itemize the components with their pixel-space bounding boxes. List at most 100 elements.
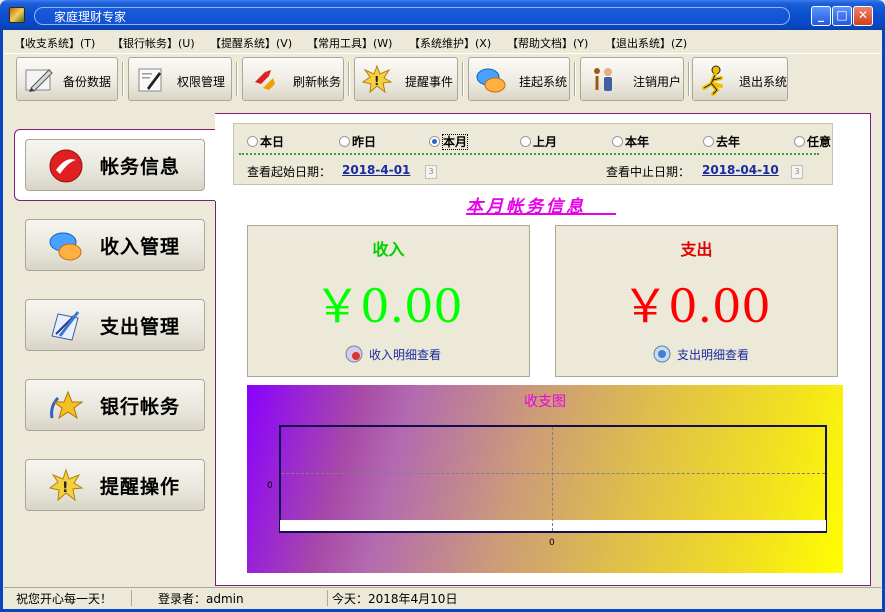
radio-this-year[interactable]: 本年 [612,133,649,150]
maximize-button[interactable]: □ [832,6,852,26]
chart-h-gridline [281,473,825,474]
radio-circle [339,136,350,147]
menu-item-tools[interactable]: 【常用工具】(W) [307,35,392,51]
menu-item-maintenance[interactable]: 【系统维护】(X) [409,35,491,51]
income-expense-chart: 收支图 0 0 [247,385,843,573]
toolbar-label: 权限管理 [177,75,226,89]
alert-burst-icon: ! [361,64,393,94]
radio-custom[interactable]: 任意 [794,133,831,150]
backup-data-button[interactable]: 备份数据 [16,57,118,101]
close-button[interactable]: ✕ [853,6,873,26]
suspend-system-button[interactable]: 挂起系统 [468,57,570,101]
toolbar-separator [122,62,124,96]
star-icon [50,390,84,420]
radio-last-year[interactable]: 去年 [703,133,740,150]
chart-plot-frame [279,425,827,533]
nav-account-info-button[interactable]: 帐务信息 [25,139,205,191]
status-greeting: 祝您开心每一天！ [4,590,132,606]
toolbar-separator [236,62,238,96]
end-date-label: 查看中止日期： [606,165,691,179]
start-date-label: 查看起始日期： [247,165,332,179]
income-heading: 收入 [372,240,405,259]
nav-label: 帐务信息 [100,156,181,178]
svg-text:!: ! [62,480,68,496]
red-swirl-icon [49,149,83,183]
radio-this-month[interactable]: 本月 [429,133,469,150]
toolbar-separator [688,62,690,96]
radio-circle [247,136,258,147]
end-date-dropdown-icon[interactable]: 3 [791,165,803,179]
refresh-accounts-button[interactable]: 刷新帐务 [242,57,344,101]
section-title-underline [466,213,616,215]
start-date-dropdown-icon[interactable]: 3 [425,165,437,179]
chat-bubbles-icon [49,232,82,261]
toolbar-label: 退出系统 [739,75,788,89]
toolbar-separator [348,62,350,96]
nav-label: 收入管理 [100,236,181,258]
window-title: 家庭理财专家 [54,10,127,24]
permissions-button[interactable]: 权限管理 [128,57,232,101]
maximize-icon: □ [836,8,848,22]
chart-v-gridline [552,427,553,531]
radio-circle [429,136,440,147]
chart-y-tick-label: 0 [267,481,273,491]
minimize-button[interactable]: _ [811,6,831,26]
toolbar-label: 刷新帐务 [293,75,342,89]
close-icon: ✕ [857,8,869,22]
menu-item-reminder[interactable]: 【提醒系统】(V) [210,35,292,51]
start-date-picker[interactable]: 2018-4-01 [342,163,410,177]
status-login: 登录者：admin [144,590,328,606]
nav-label: 支出管理 [100,316,181,338]
title-bar: 家庭理财专家 _ □ ✕ [0,0,885,30]
expense-heading: 支出 [680,240,713,259]
status-user: admin [206,592,244,606]
main-panel-border [215,201,216,586]
nav-label: 提醒操作 [100,476,181,498]
income-amount: ￥0.00 [314,279,463,333]
info-user-icon [594,68,612,91]
expense-detail-icon [653,345,671,363]
menu-item-exit[interactable]: 【退出系统】(Z) [605,35,687,51]
income-detail-icon [345,345,363,363]
running-man-icon [702,65,723,96]
menu-item-income-expense[interactable]: 【收支系统】(T) [14,35,95,51]
reminder-events-button[interactable]: ! 提醒事件 [354,57,458,101]
title-pill [34,7,790,25]
menu-item-bank[interactable]: 【银行帐务】(U) [112,35,195,51]
edit-permissions-icon [138,68,162,92]
radio-circle [612,136,623,147]
expense-detail-link[interactable]: 支出明细查看 [677,346,749,363]
design-tools-icon [51,311,80,341]
status-today: 今天：2018年4月10日 [332,592,458,606]
nav-label: 银行帐务 [100,396,181,418]
radio-circle [520,136,531,147]
status-bar: 祝您开心每一天！ 登录者：admin 今天：2018年4月10日 [4,587,881,607]
income-detail-link[interactable]: 收入明细查看 [369,346,441,363]
radio-today[interactable]: 本日 [247,133,284,150]
expense-amount: ￥0.00 [622,279,771,333]
menu-item-help[interactable]: 【帮助文档】(Y) [507,35,588,51]
toolbar-separator [462,62,464,96]
nav-bank-button[interactable]: 银行帐务 [25,379,205,431]
income-summary-box: 收入 ￥0.00 收入明细查看 [247,225,530,377]
toolbar-label: 备份数据 [63,75,112,89]
radio-last-month[interactable]: 上月 [520,133,557,150]
chart-title: 收支图 [524,394,566,410]
pencil-paper-icon [25,69,53,92]
toolbar-label: 挂起系统 [519,75,568,89]
toolbar: 备份数据 权限管理 刷新帐务 ! 提醒事件 挂起系统 注销用户 退出系统 [4,53,881,103]
toolbar-label: 提醒事件 [405,75,454,89]
refresh-arrows-icon [255,70,275,90]
logout-user-button[interactable]: 注销用户 [580,57,684,101]
chart-baseline-band [280,520,826,531]
nav-expense-button[interactable]: 支出管理 [25,299,205,351]
end-date-picker[interactable]: 2018-04-10 [702,163,779,177]
chat-bubbles-icon [476,68,506,93]
nav-reminder-button[interactable]: ! 提醒操作 [25,459,205,511]
minimize-icon: _ [818,8,824,22]
radio-circle [794,136,805,147]
radio-yesterday[interactable]: 昨日 [339,133,376,150]
chart-x-tick-label: 0 [549,538,555,548]
nav-income-button[interactable]: 收入管理 [25,219,205,271]
exit-system-button[interactable]: 退出系统 [692,57,788,101]
